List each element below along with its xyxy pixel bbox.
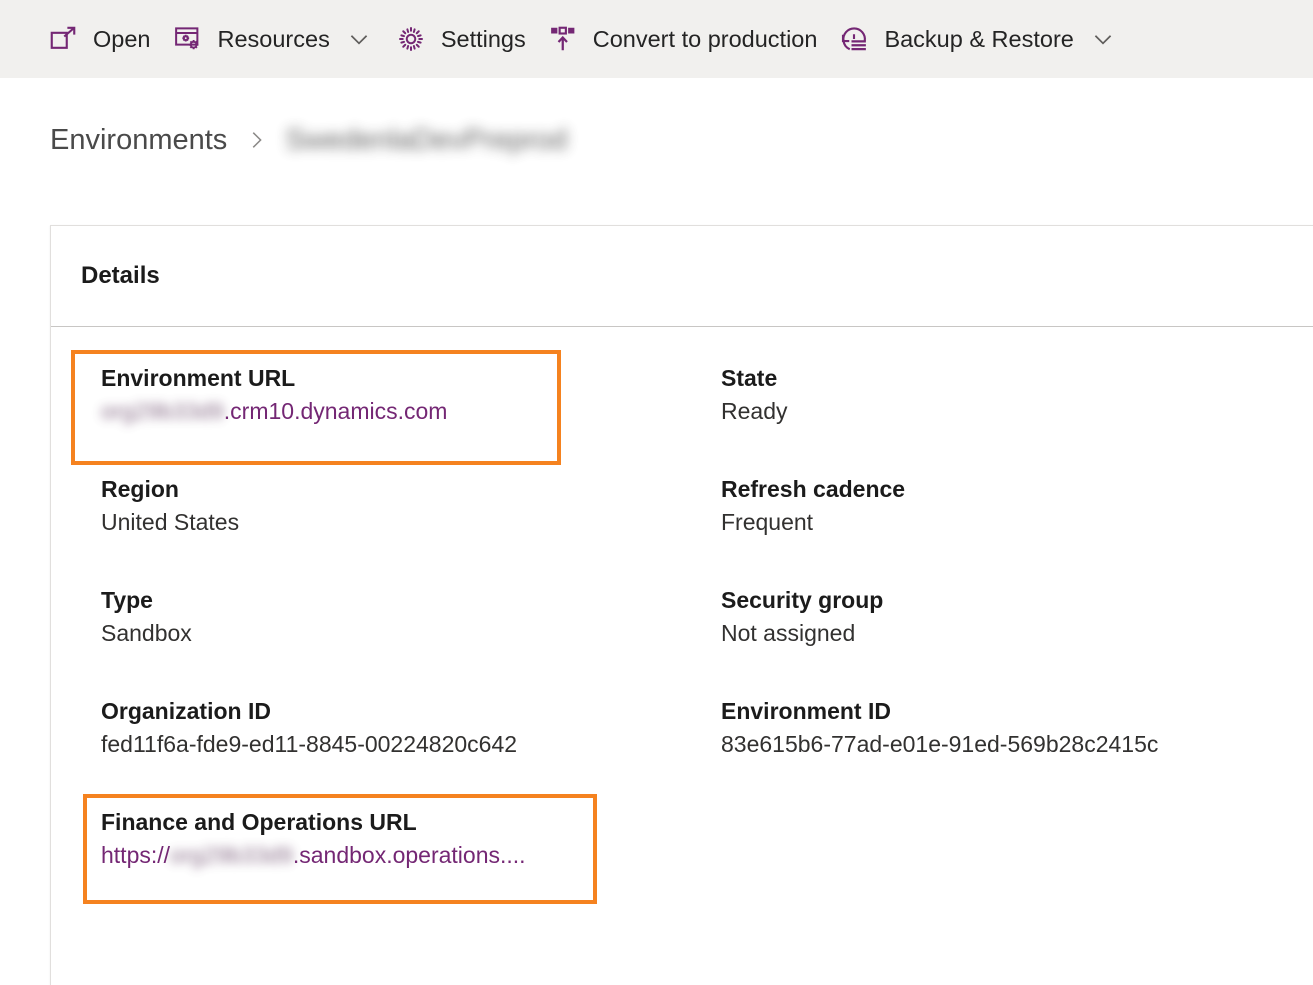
- field-region-label: Region: [101, 476, 179, 502]
- command-resources[interactable]: Resources: [161, 0, 384, 78]
- field-finance-operations-url-value[interactable]: https://org29b33d9.sandbox.operations...…: [101, 838, 526, 872]
- field-refresh-cadence: Refresh cadence Frequent: [721, 473, 905, 539]
- field-finance-operations-url: Finance and Operations URL https://org29…: [101, 806, 526, 872]
- command-backup-restore[interactable]: Backup & Restore: [827, 0, 1127, 78]
- open-in-new-window-icon: [46, 22, 80, 56]
- field-environment-url: Environment URL org29b33d9.crm10.dynamic…: [101, 362, 447, 428]
- field-environment-url-value[interactable]: org29b33d9.crm10.dynamics.com: [101, 394, 447, 428]
- field-type: Type Sandbox: [101, 584, 192, 650]
- field-type-value: Sandbox: [101, 620, 192, 646]
- field-refresh-cadence-label: Refresh cadence: [721, 476, 906, 502]
- chevron-down-icon[interactable]: [1088, 24, 1118, 54]
- field-environment-id-value: 83e615b6-77ad-e01e-91ed-569b28c2415c: [721, 731, 1159, 757]
- field-organization-id-value: fed11f6a-fde9-ed11-8845-00224820c642: [101, 731, 518, 757]
- field-organization-id: Organization ID fed11f6a-fde9-ed11-8845-…: [101, 695, 517, 761]
- field-finance-operations-url-scheme: https://: [101, 842, 171, 868]
- field-region: Region United States: [101, 473, 239, 539]
- command-settings[interactable]: Settings: [384, 0, 536, 78]
- command-resources-label: Resources: [217, 25, 330, 52]
- field-environment-url-label: Environment URL: [101, 365, 296, 391]
- chevron-right-icon: [245, 129, 267, 151]
- field-state: State Ready: [721, 362, 787, 428]
- backup-restore-history-icon: [837, 22, 871, 56]
- field-security-group: Security group Not assigned: [721, 584, 883, 650]
- details-card-header: Details: [51, 226, 1313, 327]
- details-card-title: Details: [81, 262, 160, 289]
- breadcrumb-item-current-environment: SwedenlaDevPreprod: [285, 123, 568, 156]
- command-backup-restore-label: Backup & Restore: [884, 25, 1074, 52]
- gear-icon: [394, 22, 428, 56]
- field-state-value: Ready: [721, 398, 788, 424]
- field-type-label: Type: [101, 587, 153, 613]
- field-environment-id: Environment ID 83e615b6-77ad-e01e-91ed-5…: [721, 695, 1158, 761]
- field-finance-operations-url-label: Finance and Operations URL: [101, 809, 417, 835]
- resources-window-gear-icon: [171, 22, 205, 56]
- command-open[interactable]: Open: [36, 0, 161, 78]
- chevron-down-icon[interactable]: [344, 24, 374, 54]
- command-settings-label: Settings: [440, 25, 526, 52]
- breadcrumb-item-environments[interactable]: Environments: [50, 124, 227, 157]
- field-security-group-label: Security group: [721, 587, 884, 613]
- command-open-label: Open: [93, 25, 151, 52]
- field-environment-id-label: Environment ID: [721, 698, 891, 724]
- field-environment-url-domain: .crm10.dynamics.com: [223, 398, 448, 424]
- details-card: Details Environment URL org29b33d9.crm10…: [50, 225, 1313, 985]
- field-finance-operations-url-redacted-host: org29b33d9: [170, 842, 293, 868]
- field-finance-operations-url-domain: .sandbox.operations....: [292, 842, 526, 868]
- field-state-label: State: [721, 365, 778, 391]
- field-organization-id-label: Organization ID: [101, 698, 271, 724]
- field-environment-url-redacted-host: org29b33d9: [101, 398, 224, 424]
- field-refresh-cadence-value: Frequent: [721, 509, 814, 535]
- command-convert-to-production-label: Convert to production: [592, 25, 818, 52]
- command-bar: Open Resources Settings Convert to produ…: [0, 0, 1313, 78]
- command-convert-to-production[interactable]: Convert to production: [536, 0, 828, 78]
- convert-to-production-icon: [546, 22, 580, 56]
- field-region-value: United States: [101, 509, 240, 535]
- breadcrumb: Environments SwedenlaDevPreprod: [50, 110, 567, 170]
- field-security-group-value: Not assigned: [721, 620, 856, 646]
